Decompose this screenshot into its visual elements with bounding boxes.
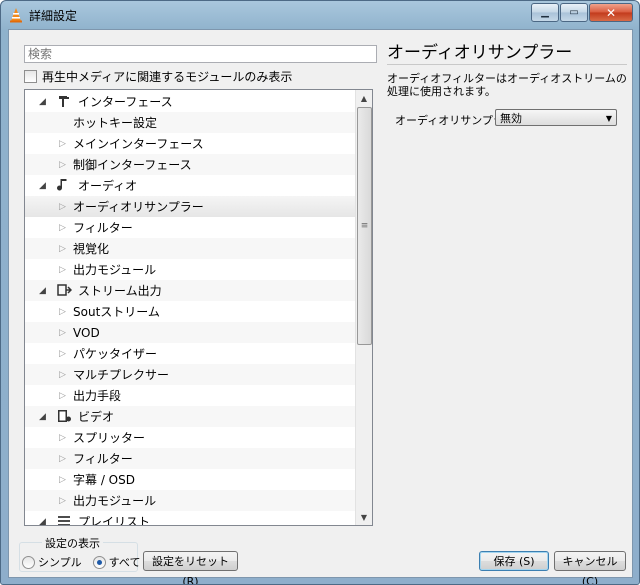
tree-category[interactable]: ◢ ビデオ [25, 406, 355, 427]
collapse-arrow-icon[interactable]: ▷ [59, 202, 66, 212]
title-bar[interactable]: 詳細設定 ▁ ▭ ✕ [1, 1, 639, 29]
tree-label: ホットキー設定 [73, 116, 158, 130]
tree-scrollbar[interactable]: ▲ ≡ ▼ [355, 90, 372, 525]
tree-label: フィルター [73, 221, 133, 235]
collapse-arrow-icon[interactable]: ▷ [59, 349, 66, 359]
tree-item[interactable]: ▷ パケッタイザー [25, 343, 355, 364]
tree-item[interactable]: ▷ 出力モジュール [25, 490, 355, 511]
search-input[interactable] [24, 45, 377, 63]
scroll-thumb[interactable]: ≡ [357, 107, 372, 345]
playlist-icon [58, 516, 70, 525]
tree-category[interactable]: ◢ プレイリスト [25, 511, 355, 526]
resampler-select[interactable]: 無効 ▼ [495, 109, 617, 126]
collapse-arrow-icon[interactable]: ▷ [59, 307, 66, 317]
only-current-label: 再生中メディアに関連するモジュールのみ表示 [42, 70, 293, 84]
collapse-arrow-icon[interactable]: ▷ [59, 265, 66, 275]
expand-arrow-icon[interactable]: ◢ [39, 286, 46, 296]
only-current-checkbox[interactable] [24, 70, 37, 83]
maximize-icon[interactable]: ▭ [560, 3, 588, 22]
tree-item[interactable]: ▷ 制御インターフェース [25, 154, 355, 175]
tree-item[interactable]: ▷ メインインターフェース [25, 133, 355, 154]
collapse-arrow-icon[interactable]: ▷ [59, 370, 66, 380]
tree-item[interactable]: ▷ オーディオリサンプラー [25, 196, 355, 217]
tree-item[interactable]: ▷ 出力手段 [25, 385, 355, 406]
collapse-arrow-icon[interactable]: ▷ [59, 328, 66, 338]
expand-arrow-icon[interactable]: ◢ [39, 181, 46, 191]
tree-label: ストリーム出力 [78, 284, 162, 298]
tree-category[interactable]: ◢ ストリーム出力 [25, 280, 355, 301]
tree-label: メインインターフェース [73, 137, 204, 151]
tree-label: プレイリスト [78, 515, 151, 526]
filter-row[interactable]: 再生中メディアに関連するモジュールのみ表示 [24, 68, 292, 85]
scroll-up-icon[interactable]: ▲ [356, 90, 372, 106]
tree-item[interactable]: ▷ 出力モジュール [25, 259, 355, 280]
tree-label: VOD [73, 325, 100, 340]
tree-category[interactable]: ◢ インターフェース [25, 91, 355, 112]
tree-item[interactable]: ▷ 字幕 / OSD [25, 469, 355, 490]
collapse-arrow-icon[interactable]: ▷ [59, 223, 66, 233]
tree-label: ビデオ [78, 410, 115, 424]
simple-radio[interactable] [22, 555, 35, 569]
tree-label: オーディオ [78, 179, 138, 193]
tree-category[interactable]: ◢ オーディオ [25, 175, 355, 196]
collapse-arrow-icon[interactable]: ▷ [59, 139, 66, 149]
dropdown-arrow-icon: ▼ [605, 114, 612, 123]
cancel-button[interactable]: キャンセル (C) [554, 551, 626, 584]
collapse-arrow-icon[interactable]: ▷ [59, 454, 66, 464]
resampler-value: 無効 [500, 112, 522, 125]
panel-description: オーディオフィルターはオーディオストリームの処理に使用されます。 [387, 72, 627, 98]
collapse-arrow-icon[interactable]: ▷ [59, 391, 66, 401]
collapse-arrow-icon[interactable]: ▷ [59, 244, 66, 254]
tree-item[interactable]: ▷ VOD [25, 322, 355, 343]
tree-label: フィルター [73, 452, 133, 466]
view-radio-row: シンプル すべて [22, 554, 140, 570]
tree-label: 視覚化 [73, 242, 110, 256]
preferences-content: 再生中メディアに関連するモジュールのみ表示 ◢ インターフェースホットキー設定 ▷ メ… [8, 29, 633, 584]
view-group-title: 設定の表示 [42, 535, 103, 551]
scroll-down-icon[interactable]: ▼ [356, 509, 372, 525]
tree-label: 出力モジュール [73, 494, 157, 508]
tree-label: インターフェース [78, 95, 173, 109]
tree-item[interactable]: ▷ マルチプレクサー [25, 364, 355, 385]
tree-label: 出力モジュール [73, 263, 157, 277]
minimize-icon[interactable]: ▁ [531, 3, 559, 22]
tree-item[interactable]: ▷ フィルター [25, 217, 355, 238]
tree-label: パケッタイザー [73, 347, 158, 361]
tree-item[interactable]: ▷ スプリッター [25, 427, 355, 448]
all-radio-label[interactable]: すべて [109, 554, 141, 570]
expand-arrow-icon[interactable]: ◢ [39, 412, 46, 422]
all-radio[interactable] [92, 555, 106, 569]
reset-button[interactable]: 設定をリセット (R) [143, 551, 238, 584]
simple-radio-label[interactable]: シンプル [38, 554, 82, 570]
tree-label: 出力手段 [73, 389, 122, 403]
window-title: 詳細設定 [29, 9, 78, 23]
video-icon [58, 410, 71, 422]
tree-label: マルチプレクサー [73, 368, 170, 382]
collapse-arrow-icon[interactable]: ▷ [59, 433, 66, 443]
tree-label: 字幕 / OSD [73, 473, 135, 487]
collapse-arrow-icon[interactable]: ▷ [59, 475, 66, 485]
audio-icon [57, 179, 67, 191]
category-tree[interactable]: ◢ インターフェースホットキー設定 ▷ メインインターフェース ▷ 制御インターフェース ◢… [24, 89, 373, 526]
tree-label: Soutストリーム [73, 305, 160, 319]
panel-title: オーディオリサンプラー [387, 43, 573, 63]
expand-arrow-icon[interactable]: ◢ [39, 97, 46, 107]
collapse-arrow-icon[interactable]: ▷ [59, 160, 66, 170]
tree-label: オーディオリサンプラー [73, 200, 204, 214]
tree-item[interactable]: ▷ 視覚化 [25, 238, 355, 259]
close-icon[interactable]: ✕ [589, 3, 633, 22]
tree-label: 制御インターフェース [73, 158, 192, 172]
tree-item[interactable]: ▷ フィルター [25, 448, 355, 469]
expand-arrow-icon[interactable]: ◢ [39, 517, 46, 526]
collapse-arrow-icon[interactable]: ▷ [59, 496, 66, 506]
stream-output-icon [57, 284, 72, 296]
panel-divider [387, 64, 627, 65]
save-button[interactable]: 保存 (S) [479, 551, 549, 571]
tree-item[interactable]: ▷ Soutストリーム [25, 301, 355, 322]
tree-label: スプリッター [73, 431, 146, 445]
tree-item[interactable]: ホットキー設定 [25, 112, 355, 133]
vlc-cone-icon [10, 8, 22, 23]
preferences-window: 詳細設定 ▁ ▭ ✕ 再生中メディアに関連するモジュールのみ表示 ◢ インターフェ… [0, 0, 640, 585]
interface-icon [59, 96, 69, 107]
